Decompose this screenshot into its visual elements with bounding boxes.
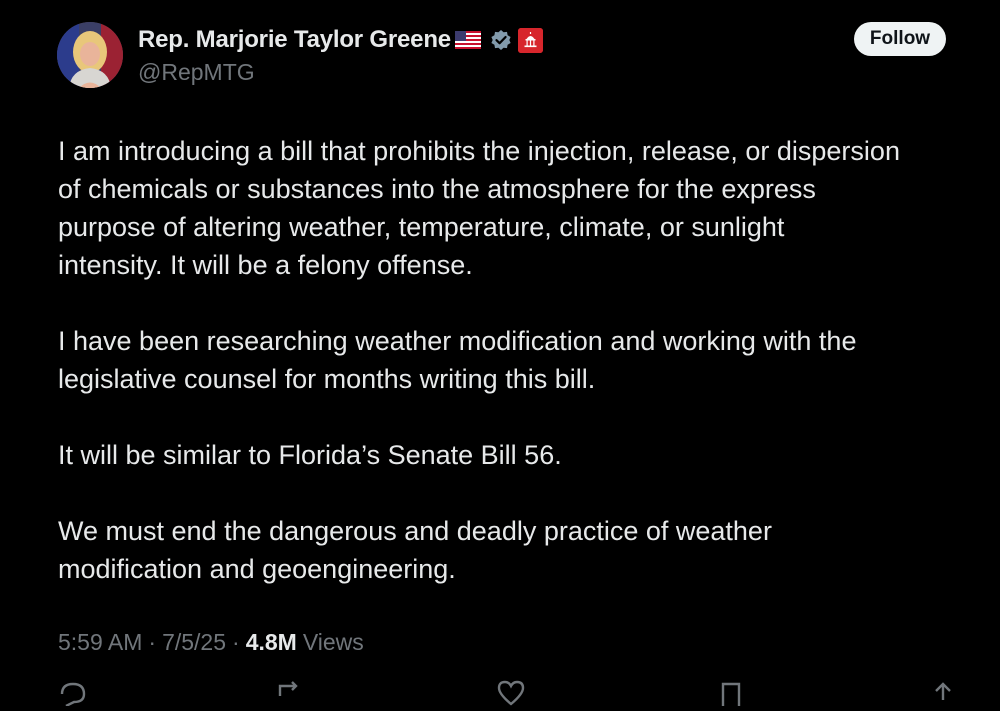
author-name-row: Rep. Marjorie Taylor Greene	[138, 24, 543, 56]
tweet-paragraph: It will be similar to Florida’s Senate B…	[58, 440, 562, 470]
bookmark-icon[interactable]	[716, 680, 746, 706]
author-handle[interactable]: @RepMTG	[138, 59, 255, 86]
us-flag-icon	[454, 31, 481, 49]
tweet-body: I am introducing a bill that prohibits t…	[58, 132, 978, 626]
action-bar	[0, 680, 1000, 708]
views-count: 4.8M	[245, 629, 297, 655]
author-avatar[interactable]	[57, 22, 123, 88]
repost-icon[interactable]	[274, 680, 304, 706]
tweet-paragraph: We must end the dangerous and deadly pra…	[58, 516, 772, 584]
views-label: Views	[302, 629, 364, 655]
share-icon[interactable]	[928, 680, 958, 706]
like-icon[interactable]	[496, 680, 526, 706]
tweet-date[interactable]: 7/5/25	[162, 629, 226, 656]
meta-separator: ·	[232, 629, 240, 655]
tweet-time[interactable]: 5:59 AM	[58, 629, 142, 656]
reply-icon[interactable]	[58, 680, 88, 708]
author-name[interactable]: Rep. Marjorie Taylor Greene	[138, 26, 451, 54]
meta-separator: ·	[148, 629, 157, 655]
avatar-image	[57, 22, 123, 88]
tweet-paragraph: I am introducing a bill that prohibits t…	[58, 136, 900, 280]
tweet-paragraph: I have been researching weather modifica…	[58, 326, 857, 394]
follow-button[interactable]: Follow	[854, 22, 946, 56]
capitol-badge-icon[interactable]	[517, 27, 543, 53]
verified-badge-icon[interactable]	[490, 29, 512, 51]
tweet-meta: 5:59 AM · 7/5/25 · 4.8M Views	[58, 629, 364, 656]
